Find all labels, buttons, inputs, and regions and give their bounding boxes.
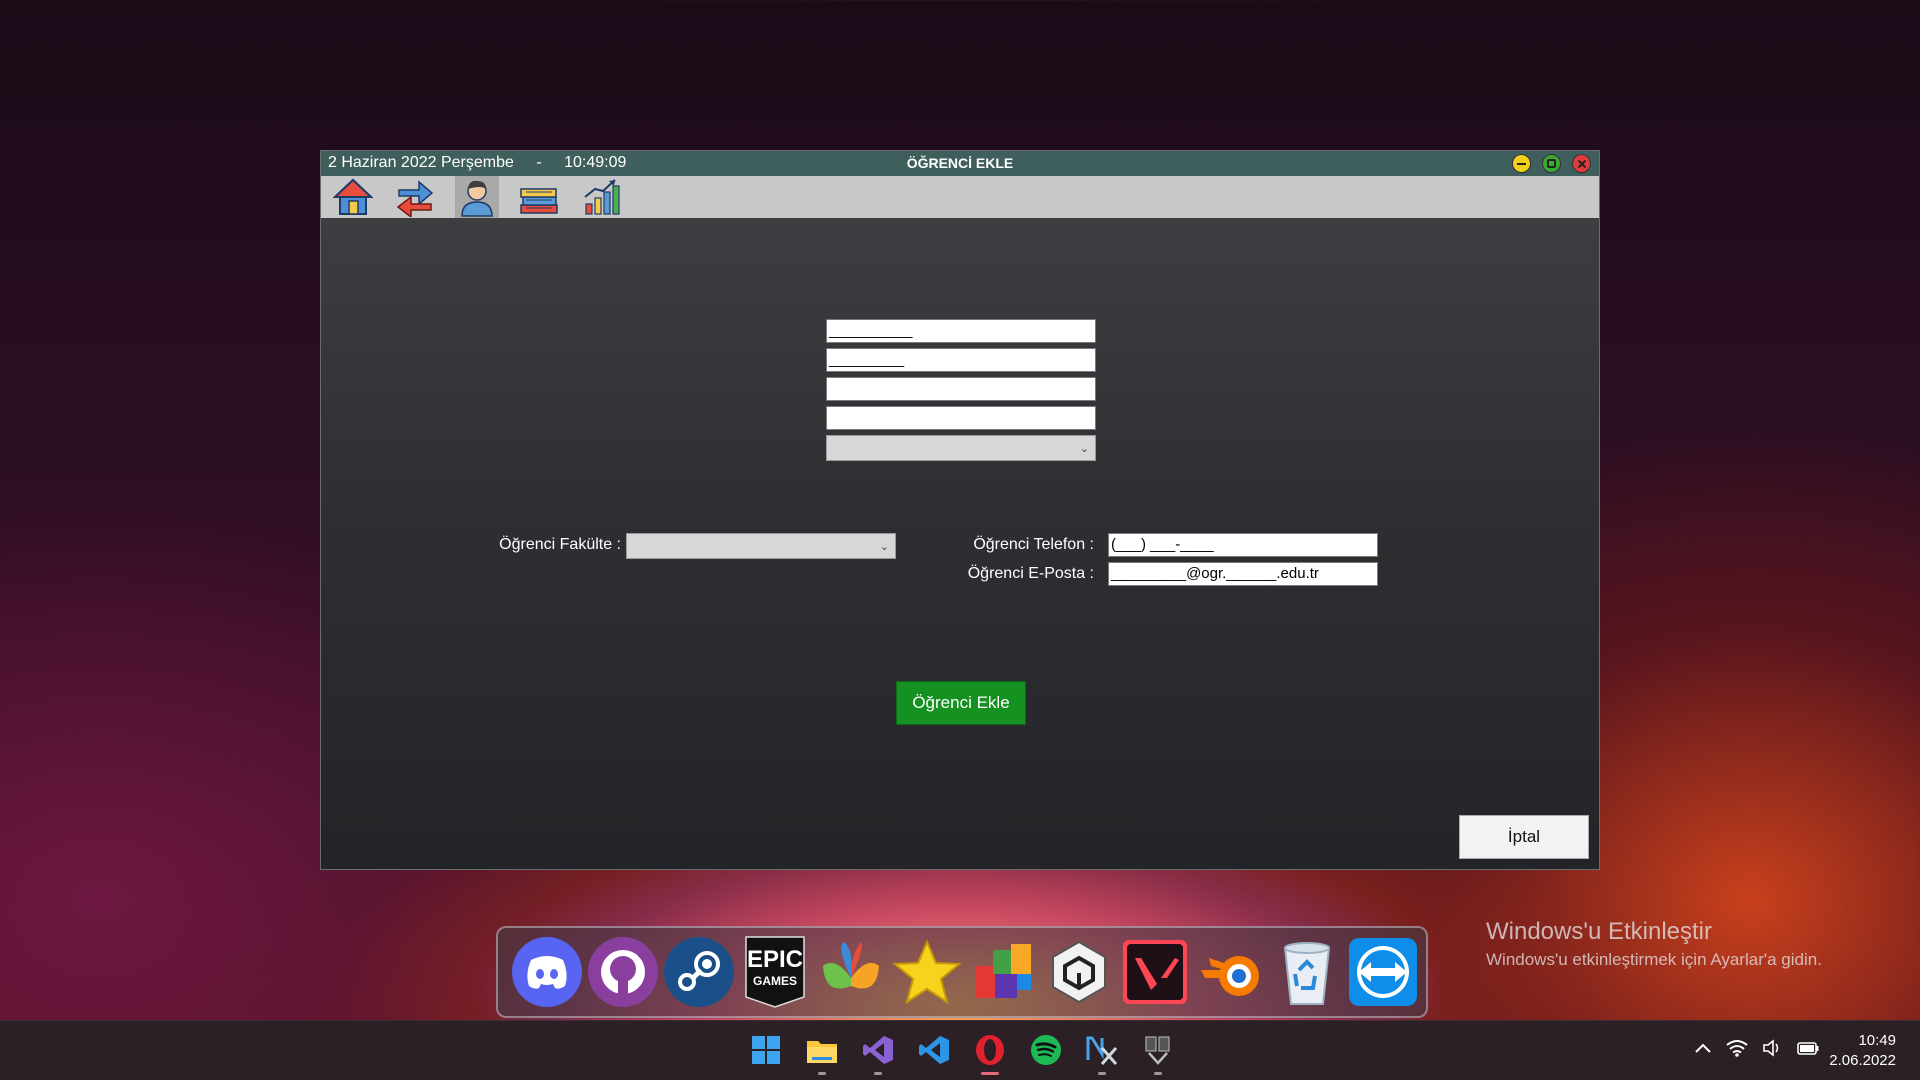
student-button[interactable]	[455, 176, 499, 218]
cancel-button[interactable]: İptal	[1459, 815, 1589, 859]
phone-label: Öğrenci Telefon :	[973, 536, 1094, 553]
taskbar-spotify[interactable]	[1025, 1029, 1067, 1071]
transfer-button[interactable]	[393, 176, 437, 218]
faculty-select[interactable]: ⌄	[626, 533, 896, 559]
student-name-input[interactable]	[826, 377, 1096, 401]
running-indicator	[1098, 1072, 1106, 1075]
activation-subtext: Windows'u etkinleştirmek için Ayarlar'a …	[1486, 950, 1822, 969]
phone-input[interactable]: (___) ___-____	[1108, 533, 1378, 557]
system-clock[interactable]: 10:49 2.06.2022	[1829, 1031, 1896, 1071]
dock-valorant[interactable]	[1118, 935, 1192, 1009]
dock-epic-games[interactable]: EPIC GAMES	[738, 935, 812, 1009]
student-surname-input[interactable]	[826, 406, 1096, 430]
volume-icon[interactable]	[1762, 1039, 1782, 1057]
system-tray	[1694, 1039, 1820, 1057]
visual-studio-icon	[863, 1036, 893, 1064]
maximize-button[interactable]	[1542, 154, 1561, 173]
dock-teamviewer[interactable]	[1346, 935, 1420, 1009]
start-icon	[752, 1036, 780, 1064]
start-button[interactable]	[745, 1029, 787, 1071]
running-indicator	[818, 1072, 826, 1075]
dock-blender[interactable]	[1194, 935, 1268, 1009]
window-title: ÖĞRENCİ EKLE	[906, 155, 1014, 171]
dock-discord[interactable]	[510, 935, 584, 1009]
epic-text-1: EPIC	[747, 946, 803, 973]
clock-date: 2.06.2022	[1829, 1052, 1896, 1069]
vscode-icon	[919, 1036, 949, 1064]
taskbar-apps	[745, 1029, 1179, 1075]
books-icon	[520, 188, 558, 214]
student-no-input[interactable]: _________	[826, 348, 1096, 372]
blender-icon	[1201, 956, 1259, 996]
teamviewer-icon	[1349, 938, 1417, 1006]
github-icon	[588, 937, 658, 1007]
opera-icon	[976, 1035, 1004, 1065]
home-button[interactable]	[331, 176, 375, 218]
transfer-arrows-icon	[396, 180, 434, 217]
battery-icon[interactable]	[1796, 1040, 1820, 1056]
dock-blocks-app[interactable]	[966, 935, 1040, 1009]
recycle-bin-icon	[1283, 942, 1331, 1005]
taskbar-nx[interactable]	[1081, 1029, 1123, 1075]
window-controls	[1512, 154, 1591, 173]
taskbar-terminal[interactable]	[1137, 1029, 1179, 1075]
dock-star[interactable]	[890, 935, 964, 1009]
card-id-input[interactable]: __________	[826, 319, 1096, 343]
taskbar-vscode[interactable]	[913, 1029, 955, 1071]
star-icon	[892, 939, 962, 1005]
activation-heading: Windows'u Etkinleştir	[1486, 918, 1712, 945]
dock-msn[interactable]	[814, 935, 888, 1009]
activation-watermark: Windows'u Etkinleştir Windows'u etkinleş…	[1486, 918, 1822, 970]
taskbar: 10:49 2.06.2022	[0, 1020, 1920, 1080]
add-student-button[interactable]: Öğrenci Ekle	[896, 681, 1026, 725]
close-button[interactable]	[1572, 154, 1591, 173]
dock-recycle-bin[interactable]	[1270, 935, 1344, 1009]
dock-unity[interactable]	[1042, 935, 1116, 1009]
discord-icon	[512, 937, 582, 1007]
email-label: Öğrenci E-Posta :	[967, 565, 1094, 582]
terminal-icon	[1145, 1036, 1170, 1065]
email-input[interactable]: _________@ogr.______.edu.tr	[1108, 562, 1378, 586]
chevron-down-icon: ⌄	[1079, 443, 1089, 455]
file-explorer-icon	[807, 1041, 837, 1063]
valorant-icon	[1123, 940, 1187, 1004]
statistics-button[interactable]	[579, 176, 623, 218]
chevron-up-icon[interactable]	[1694, 1041, 1712, 1055]
running-indicator	[874, 1072, 882, 1075]
close-icon	[1577, 163, 1586, 165]
taskbar-file-explorer[interactable]	[801, 1029, 843, 1075]
taskbar-opera[interactable]	[969, 1029, 1011, 1075]
statistics-chart-icon	[584, 179, 620, 215]
running-indicator	[1154, 1072, 1162, 1075]
books-button[interactable]	[517, 176, 561, 218]
minimize-icon	[1517, 162, 1526, 165]
add-student-window: 2 Haziran 2022 Perşembe - 10:49:09 ÖĞREN…	[320, 150, 1600, 870]
dock-steam[interactable]	[662, 935, 736, 1009]
spotify-icon	[1031, 1035, 1061, 1065]
title-bar[interactable]: 2 Haziran 2022 Perşembe - 10:49:09 ÖĞREN…	[321, 151, 1599, 176]
taskbar-visual-studio[interactable]	[857, 1029, 899, 1075]
gender-select[interactable]: ⌄	[826, 435, 1096, 461]
clock-time: 10:49	[1858, 1032, 1896, 1049]
minimize-button[interactable]	[1512, 154, 1531, 173]
epic-games-icon: EPIC GAMES	[745, 936, 805, 1008]
toolbar	[321, 176, 1599, 218]
active-indicator	[981, 1072, 999, 1075]
wifi-icon[interactable]	[1726, 1039, 1748, 1057]
home-icon	[333, 178, 373, 215]
unity-icon	[1052, 940, 1106, 1004]
faculty-label: Öğrenci Fakülte :	[499, 536, 621, 553]
app-dock: EPIC GAMES	[496, 926, 1428, 1018]
dock-github[interactable]	[586, 935, 660, 1009]
nx-icon	[1086, 1036, 1118, 1065]
blocks-app-icon	[975, 944, 1031, 998]
student-icon	[461, 180, 493, 217]
msn-butterfly-icon	[823, 942, 879, 989]
epic-text-2: GAMES	[753, 974, 797, 988]
maximize-icon	[1547, 159, 1556, 168]
steam-icon	[664, 937, 734, 1007]
